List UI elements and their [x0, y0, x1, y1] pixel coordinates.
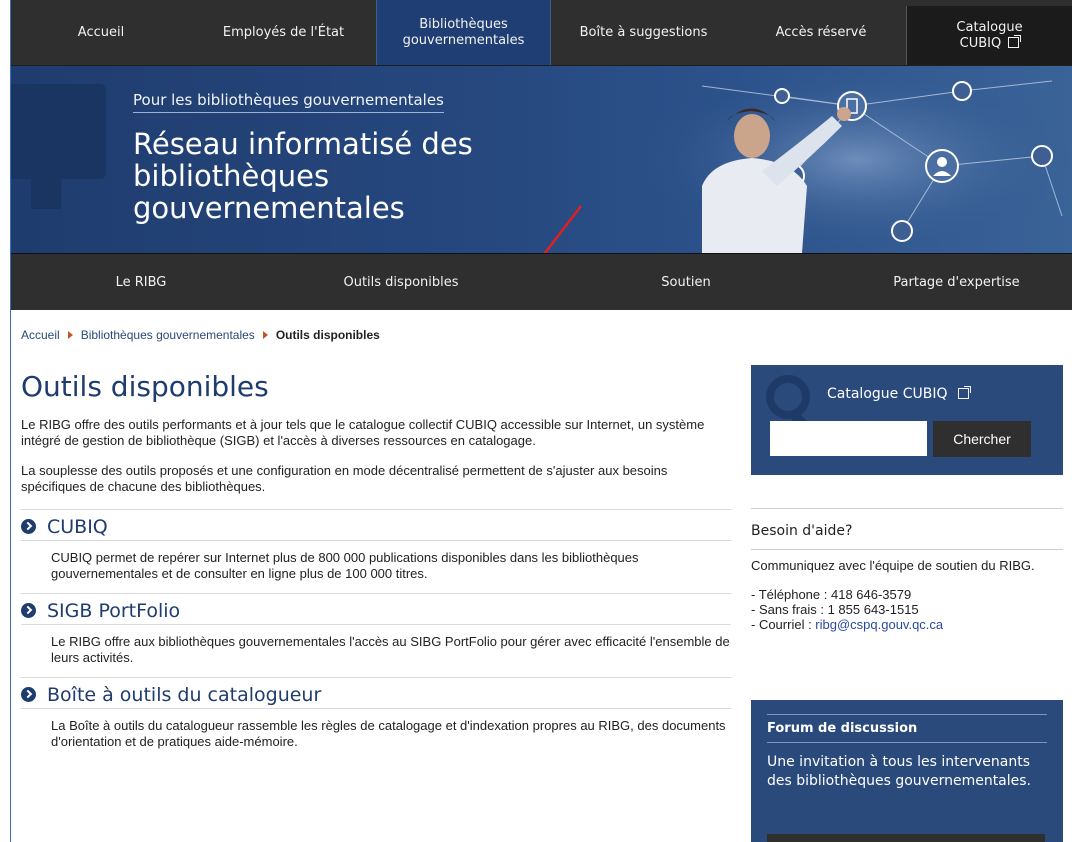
- section-sigb-portfolio: SIGB PortFolio Le RIBG offre aux bibliot…: [21, 593, 731, 677]
- section-heading-label: SIGB PortFolio: [47, 599, 181, 622]
- page: Accueil Employés de l'État Bibliothèques…: [10, 0, 1072, 842]
- search-button[interactable]: Chercher: [933, 421, 1031, 457]
- search-panel-title[interactable]: Catalogue CUBIQ: [827, 386, 971, 402]
- search-icon: [766, 375, 810, 419]
- help-panel: Besoin d'aide? Communiquez avec l'équipe…: [751, 508, 1063, 632]
- chevron-circle-icon: [21, 687, 36, 702]
- intro-paragraph-1: Le RIBG offre des outils performants et …: [21, 417, 705, 448]
- topnav-item-bibliotheques[interactable]: Bibliothèques gouvernementales: [376, 0, 551, 65]
- network-illustration: [642, 66, 1072, 253]
- subnav-label: Partage d'expertise: [893, 274, 1020, 290]
- monitor-graphic: [11, 84, 106, 179]
- section-boite-outils: Boîte à outils du catalogueur La Boîte à…: [21, 677, 731, 761]
- section-heading-cubiq[interactable]: CUBIQ: [21, 515, 731, 541]
- topnav-item-catalogue-cubiq[interactable]: Catalogue CUBIQ: [906, 6, 1072, 65]
- breadcrumb-link-bibliotheques[interactable]: Bibliothèques gouvernementales: [81, 328, 255, 342]
- top-navigation: Accueil Employés de l'État Bibliothèques…: [11, 0, 1072, 66]
- forum-text: Une invitation à tous les intervenants d…: [767, 754, 1032, 789]
- catalogue-search-panel: Catalogue CUBIQ Chercher: [751, 365, 1063, 475]
- main-content: Outils disponibles Le RIBG offre des out…: [21, 370, 731, 761]
- search-panel-label: Catalogue CUBIQ: [827, 386, 948, 402]
- section-heading-boite-outils[interactable]: Boîte à outils du catalogueur: [21, 683, 731, 709]
- topnav-label: Accès réservé: [775, 24, 867, 40]
- topnav-item-employes[interactable]: Employés de l'État: [191, 0, 376, 65]
- subnav-item-partage-expertise[interactable]: Partage d'expertise: [841, 254, 1072, 310]
- external-link-icon: [957, 386, 971, 399]
- subnav-label: Outils disponibles: [343, 274, 459, 290]
- subnav-label: Le RIBG: [115, 274, 167, 290]
- monitor-stand-graphic: [31, 179, 61, 209]
- help-email-link[interactable]: ribg@cspq.gouv.qc.ca: [815, 617, 943, 632]
- section-text-sigb-portfolio: Le RIBG offre aux bibliothèques gouverne…: [51, 634, 730, 665]
- intro-paragraph-2: La souplesse des outils proposés et une …: [21, 463, 668, 494]
- section-text-cubiq: CUBIQ permet de repérer sur Internet plu…: [51, 550, 639, 581]
- chevron-circle-icon: [21, 603, 36, 618]
- subnav-label: Soutien: [661, 274, 711, 290]
- help-contacts: - Téléphone : 418 646-3579 - Sans frais …: [751, 587, 1063, 632]
- help-text: Communiquez avec l'équipe de soutien du …: [751, 558, 1035, 573]
- subnav-item-soutien[interactable]: Soutien: [531, 254, 841, 310]
- breadcrumb: Accueil Bibliothèques gouvernementales O…: [21, 328, 380, 342]
- topnav-label: Bibliothèques gouvernementales: [402, 16, 525, 48]
- topnav-label: Accueil: [77, 24, 125, 40]
- red-arrow-annotation: [543, 205, 582, 253]
- topnav-label: Boîte à suggestions: [579, 24, 708, 40]
- page-title: Outils disponibles: [21, 370, 269, 403]
- hero-banner: Pour les bibliothèques gouvernementales …: [11, 66, 1072, 253]
- breadcrumb-link-accueil[interactable]: Accueil: [21, 328, 60, 342]
- breadcrumb-current: Outils disponibles: [275, 328, 380, 342]
- help-email-line: - Courriel : ribg@cspq.gouv.qc.ca: [751, 617, 1063, 632]
- section-text-boite-outils: La Boîte à outils du catalogueur rassemb…: [51, 718, 726, 749]
- external-link-icon: [1008, 34, 1022, 48]
- forum-title: Forum de discussion: [767, 714, 1047, 743]
- breadcrumb-separator-icon: [67, 331, 73, 339]
- topnav-label: Employés de l'État: [222, 24, 345, 40]
- forum-cta-button[interactable]: [767, 834, 1045, 842]
- search-input[interactable]: [770, 421, 927, 456]
- banner-kicker: Pour les bibliothèques gouvernementales: [133, 91, 444, 113]
- help-tollfree: - Sans frais : 1 855 643-1515: [751, 602, 919, 617]
- topnav-item-accueil[interactable]: Accueil: [11, 0, 191, 65]
- topnav-item-suggestions[interactable]: Boîte à suggestions: [551, 0, 736, 65]
- subnav-item-le-ribg[interactable]: Le RIBG: [11, 254, 271, 310]
- section-heading-sigb-portfolio[interactable]: SIGB PortFolio: [21, 599, 731, 625]
- help-phone: - Téléphone : 418 646-3579: [751, 587, 912, 602]
- section-navigation: Le RIBG Outils disponibles Soutien Parta…: [11, 253, 1072, 310]
- section-heading-label: Boîte à outils du catalogueur: [47, 683, 322, 706]
- section-heading-label: CUBIQ: [47, 515, 108, 538]
- topnav-item-acces-reserve[interactable]: Accès réservé: [736, 0, 906, 65]
- breadcrumb-separator-icon: [262, 331, 268, 339]
- section-cubiq: CUBIQ CUBIQ permet de repérer sur Intern…: [21, 509, 731, 593]
- subnav-item-outils-disponibles[interactable]: Outils disponibles: [271, 254, 531, 310]
- help-email-prefix: - Courriel :: [751, 617, 816, 632]
- help-title: Besoin d'aide?: [751, 508, 1063, 550]
- forum-panel: Forum de discussion Une invitation à tou…: [751, 700, 1063, 842]
- topnav-label: Catalogue CUBIQ: [950, 20, 1030, 52]
- chevron-circle-icon: [21, 519, 36, 534]
